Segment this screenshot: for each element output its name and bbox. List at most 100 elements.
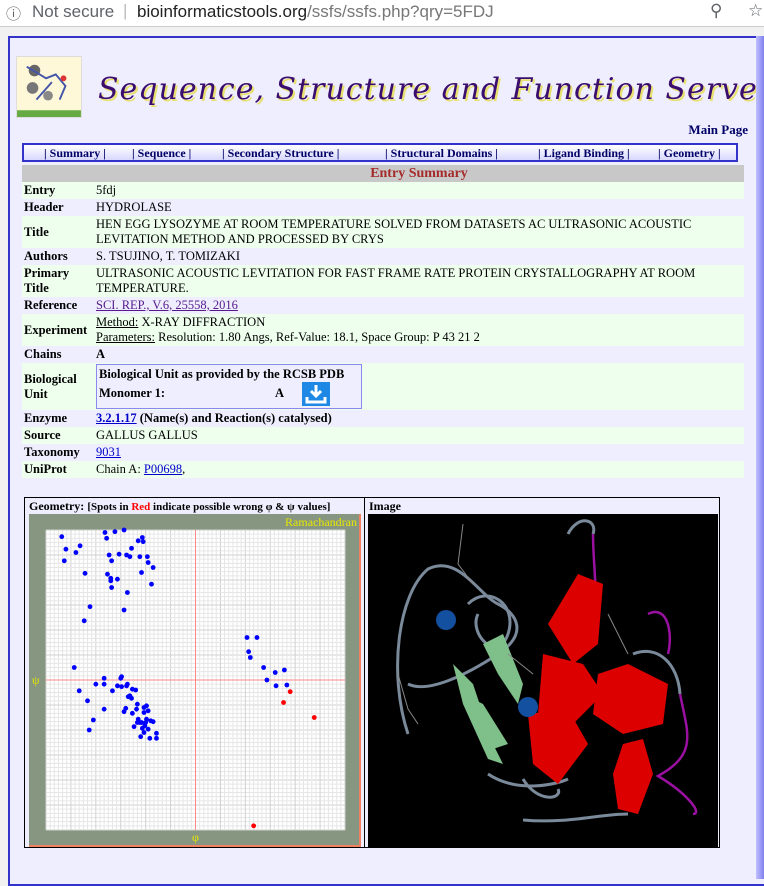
residue-point [121,607,127,613]
residue-point [71,665,77,670]
row-label: Enzyme [22,410,94,427]
note-red: Red [131,501,151,513]
residue-point [93,681,99,687]
parameters-label: Parameters: [96,330,156,344]
table-row: Biological Unit Biological Unit as provid… [22,363,744,410]
residue-point [143,720,149,725]
residue-point [127,554,133,560]
residue-point [135,538,141,544]
star-icon[interactable]: ☆ [748,1,763,21]
site-title: Sequence, Structure and Function Server [98,72,764,107]
residue-point [127,693,133,699]
residue-point [150,565,156,570]
plot-title: Ramachandran [285,515,357,529]
info-icon[interactable]: ⓘ [6,3,21,24]
residue-point [131,724,137,730]
nav-bar: | Summary | | Sequence | | Secondary Str… [22,143,738,162]
uniprot-chain: Chain A: [96,462,144,476]
residue-point [145,726,151,732]
residue-point [106,552,112,558]
taxonomy-link[interactable]: 9031 [96,445,121,459]
outlier-point [251,823,257,829]
address-bar[interactable]: ⓘ Not secure | bioinformaticstools.org/s… [0,0,764,27]
residue-point [124,683,129,689]
row-label: Header [22,199,94,216]
residue-point [145,560,151,565]
table-row: Header HYDROLASE [22,199,744,216]
tab-sequence[interactable]: | Sequence | [132,146,191,161]
row-label: Source [22,427,94,444]
residue-point [101,681,107,687]
zoom-icon[interactable]: ⚲ [710,1,722,21]
residue-point [247,655,253,660]
residue-point [115,683,120,689]
residue-point [121,527,127,533]
row-label: Reference [22,297,94,314]
table-row: Taxonomy 9031 [22,444,744,461]
chains-value: A [94,346,744,363]
y-axis-label: ψ [32,673,40,687]
outlier-point [287,689,293,695]
tab-structural-domains[interactable]: | Structural Domains | [385,146,498,161]
entry-value: 5fdj [94,182,744,199]
site-logo [16,56,82,118]
residue-point [104,535,110,541]
residue-point [112,529,118,535]
table-row: Title HEN EGG LYSOZYME AT ROOM TEMPERATUR… [22,216,744,248]
residue-point [272,670,278,675]
table-row: Authors S. TSUJINO, T. TOMIZAKI [22,248,744,265]
ramachandran-plot: Ramachandran φ ψ [29,514,361,847]
main-page-link[interactable]: Main Page [688,122,748,138]
residue-point [109,558,115,564]
uniprot-link[interactable]: P00698 [144,462,182,476]
header-value: HYDROLASE [94,199,744,216]
url-domain: bioinformaticstools.org [137,2,308,21]
residue-point [77,543,83,549]
url-text[interactable]: bioinformaticstools.org/ssfs/ssfs.php?qr… [137,2,494,22]
row-label: Biological Unit [22,363,94,410]
row-label: Title [22,216,94,248]
residue-point [150,719,156,725]
security-label: Not secure [32,2,115,21]
residue-point [139,725,145,731]
residue-point [86,727,92,733]
entry-summary-table: Entry Summary Entry 5fdj Header HYDROLASE … [22,165,744,478]
residue-point [137,554,143,560]
residue-point [59,534,65,540]
residue-point [134,706,139,712]
geometry-note: [Spots in Red indicate possible wrong φ … [87,501,330,513]
tab-ligand-binding[interactable]: | Ligand Binding | [538,146,630,161]
tab-secondary-structure[interactable]: | Secondary Structure | [222,146,339,161]
authors-value: S. TSUJINO, T. TOMIZAKI [94,248,744,265]
url-path: /ssfs/ssfs.php?qry=5FDJ [307,2,494,21]
bio-unit-title: Biological Unit as provided by the RCSB … [99,367,345,381]
enzyme-ec-link[interactable]: 3.2.1.17 [96,411,137,425]
geometry-label: Geometry: [29,499,85,513]
method-label: Method: [96,315,139,329]
tab-geometry[interactable]: | Geometry | [658,146,721,161]
table-row: Primary Title ULTRASONIC ACOUSTIC LEVITAT… [22,265,744,297]
title-value: HEN EGG LYSOZYME AT ROOM TEMPERATURE SOL… [94,216,744,248]
residue-point [139,535,145,540]
protein-structure-image [368,514,718,847]
residue-point [244,635,250,640]
scrollbar[interactable] [756,36,764,879]
residue-point [82,570,88,576]
residue-point [87,604,93,610]
residue-point [141,710,147,715]
residue-point [115,576,120,582]
residue-point [116,551,122,557]
residue-point [134,701,140,707]
table-row: Entry 5fdj [22,182,744,199]
table-row: UniProt Chain A: P00698, [22,461,744,478]
reference-link[interactable]: SCI. REP., V.6, 25558, 2016 [96,298,238,312]
row-label: UniProt [22,461,94,478]
residue-point [154,730,159,736]
residue-point [261,665,267,670]
residue-point [110,688,115,694]
download-icon[interactable] [302,382,331,406]
residue-point [101,706,107,712]
tab-summary[interactable]: | Summary | [44,146,106,161]
residue-point [145,708,151,714]
residue-point [273,683,279,689]
